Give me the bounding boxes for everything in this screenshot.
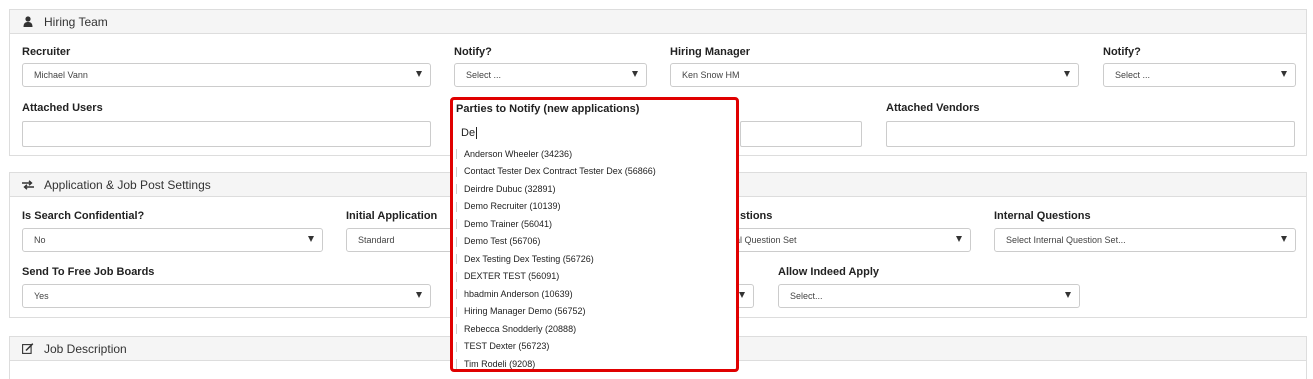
dropdown-list: Anderson Wheeler (34236) Contact Tester … [453,145,736,369]
attached-users-input[interactable] [22,121,431,147]
notify-value-2: Select ... [1115,70,1151,80]
chevron-down-icon [739,292,745,298]
is-search-confidential-value: No [34,235,46,245]
questions-value: al Question Set [735,235,797,245]
dropdown-option[interactable]: Hiring Manager Demo (56752) [453,303,736,321]
notify-value-1: Select ... [466,70,502,80]
initial-application-value: Standard [358,235,395,245]
send-to-free-job-boards-select[interactable]: Yes [22,284,431,308]
parties-to-notify-label: Parties to Notify (new applications) [456,103,640,115]
is-search-confidential-select[interactable]: No [22,228,323,252]
allow-indeed-apply-value: Select... [790,291,823,301]
questions-select[interactable]: al Question Set [730,228,971,252]
initial-application-select[interactable]: Standard [346,228,456,252]
dropdown-option[interactable]: hbadmin Anderson (10639) [453,285,736,303]
app-settings-title: Application & Job Post Settings [44,177,211,192]
text-cursor [476,127,478,139]
dropdown-search-input[interactable]: De [456,123,734,143]
allow-indeed-apply-label: Allow Indeed Apply [778,266,880,278]
chevron-down-icon [1065,292,1071,298]
dropdown-option[interactable]: Rebecca Snodderly (20888) [453,320,736,338]
hiring-team-header: Hiring Team [10,10,1306,34]
chevron-down-icon [416,292,422,298]
notify-label-2: Notify? [1103,46,1141,58]
chevron-down-icon [308,236,314,242]
send-to-free-job-boards-value: Yes [34,291,49,301]
dropdown-option[interactable]: Dex Testing Dex Testing (56726) [453,250,736,268]
chevron-down-icon [1281,71,1287,77]
dropdown-option[interactable]: Deirdre Dubuc (32891) [453,180,736,198]
dropdown-option[interactable]: Demo Test (56706) [453,233,736,251]
internal-questions-value: Select Internal Question Set... [1006,235,1126,245]
dropdown-option[interactable]: Anderson Wheeler (34236) [453,145,736,163]
hiring-team-title: Hiring Team [44,14,108,29]
initial-application-label: Initial Application [346,210,438,222]
notify-select-2[interactable]: Select ... [1103,63,1296,87]
recruiter-select[interactable]: Michael Vann [22,63,431,87]
chevron-down-icon [956,236,962,242]
job-description-title: Job Description [44,341,127,356]
hiring-manager-value: Ken Snow HM [682,70,740,80]
recruiter-label: Recruiter [22,46,71,58]
parties-to-notify-dropdown: Parties to Notify (new applications) De … [450,97,739,372]
dropdown-option[interactable]: DEXTER TEST (56091) [453,268,736,286]
dropdown-option[interactable]: Demo Recruiter (10139) [453,198,736,216]
parties-to-notify-input[interactable] [740,121,862,147]
notify-label-1: Notify? [454,46,492,58]
exchange-icon [20,179,36,190]
notify-select-1[interactable]: Select ... [454,63,647,87]
send-to-free-job-boards-label: Send To Free Job Boards [22,266,155,278]
dropdown-option[interactable]: Demo Trainer (56041) [453,215,736,233]
dropdown-option[interactable]: TEST Dexter (56723) [453,338,736,356]
hiring-manager-select[interactable]: Ken Snow HM [670,63,1079,87]
is-search-confidential-label: Is Search Confidential? [22,210,145,222]
hiring-manager-label: Hiring Manager [670,46,751,58]
dropdown-option[interactable]: Tim Rodeli (9208) [453,355,736,369]
questions-label: stions [740,210,773,222]
dropdown-option[interactable]: Contact Tester Dex Contract Tester Dex (… [453,163,736,181]
dropdown-search-value: De [461,127,476,139]
edit-icon [20,343,36,354]
chevron-down-icon [1064,71,1070,77]
chevron-down-icon [1281,236,1287,242]
attached-vendors-label: Attached Vendors [886,102,980,114]
recruiter-value: Michael Vann [34,70,88,80]
allow-indeed-apply-select[interactable]: Select... [778,284,1080,308]
chevron-down-icon [632,71,638,77]
attached-users-label: Attached Users [22,102,103,114]
attached-vendors-input[interactable] [886,121,1295,147]
user-icon [20,16,36,27]
internal-questions-label: Internal Questions [994,210,1091,222]
internal-questions-select[interactable]: Select Internal Question Set... [994,228,1296,252]
chevron-down-icon [416,71,422,77]
